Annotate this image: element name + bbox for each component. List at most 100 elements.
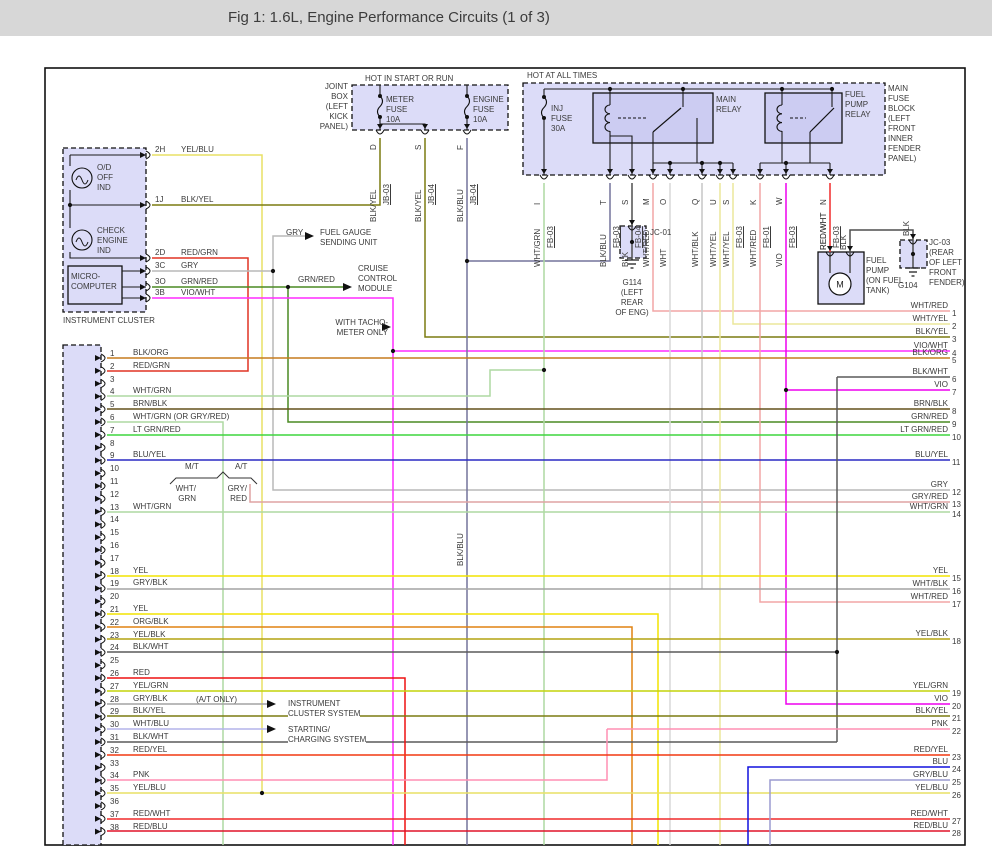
junction-dot — [465, 259, 469, 263]
junction-dot — [391, 349, 395, 353]
left-pin-number: 8 — [110, 439, 114, 448]
mt-label: M/T — [185, 462, 199, 472]
left-pin-number: 21 — [110, 605, 119, 614]
junction-dot — [835, 650, 839, 654]
drop-connector-code: FB-01 — [762, 226, 771, 248]
instrument-cluster-label: INSTRUMENT CLUSTER — [63, 316, 155, 326]
cluster-pin-wire-label: BLK/YEL — [181, 195, 213, 204]
junction-dot — [260, 791, 264, 795]
junction-dot — [286, 285, 290, 289]
left-pin-number: 37 — [110, 810, 119, 819]
right-row-number: 27 — [952, 817, 961, 826]
wiring-diagram-page: Fig 1: 1.6L, Engine Performance Circuits… — [0, 0, 992, 847]
drop-wire-color-label: WHT/YEL — [722, 231, 731, 267]
engine-fuse-label: ENGINE FUSE 10A — [473, 95, 504, 125]
right-row-wire-label: LT GRN/RED — [840, 425, 948, 434]
left-pin-number: 4 — [110, 387, 114, 396]
cluster-pin-id: 2H — [155, 145, 165, 154]
right-row-wire-label: RED/YEL — [840, 745, 948, 754]
left-pin-wire-label: WHT/GRN — [133, 386, 171, 395]
motor-label: M — [836, 280, 844, 290]
right-row-number: 10 — [952, 433, 961, 442]
right-row-wire-label: GRY — [840, 480, 948, 489]
mt-at-bracket — [170, 472, 257, 484]
left-pin-wire-label: GRY/BLK — [133, 578, 168, 587]
right-row-number: 25 — [952, 778, 961, 787]
inj-fuse-label: INJ FUSE 30A — [551, 104, 572, 134]
right-row-wire-label: GRY/RED — [840, 492, 948, 501]
left-pin-number: 1 — [110, 349, 114, 358]
right-row-number: 2 — [952, 322, 956, 331]
right-row-number: 18 — [952, 637, 961, 646]
left-pin-number: 24 — [110, 643, 119, 652]
left-pin-wire-label: RED/GRN — [133, 361, 170, 370]
junction-dot — [718, 161, 722, 165]
right-row-wire-label: GRY/BLU — [840, 770, 948, 779]
drop-wire-color-label: WHT/GRN — [533, 229, 542, 267]
junction-dot — [700, 161, 704, 165]
left-pin-wire-label: YEL/GRN — [133, 681, 168, 690]
junction-dot — [911, 252, 915, 256]
g104-label: G104 — [898, 281, 918, 291]
right-row-number: 13 — [952, 500, 961, 509]
junction-dot — [830, 87, 834, 91]
right-row-wire-label: VIO — [840, 694, 948, 703]
left-pin-number: 17 — [110, 554, 119, 563]
right-row-number: 16 — [952, 587, 961, 596]
left-pin-number: 22 — [110, 618, 119, 627]
drop-connector-code: FB-03 — [546, 226, 555, 248]
left-pin-number: 35 — [110, 784, 119, 793]
right-row-wire-label: BLK/YEL — [840, 327, 948, 336]
junction-dot — [681, 87, 685, 91]
cluster-pin-id: 1J — [155, 195, 163, 204]
drop-wire-color-label: BLK/YEL — [369, 190, 378, 222]
right-row-number: 14 — [952, 510, 961, 519]
junction-dot — [784, 161, 788, 165]
right-row-number: 17 — [952, 600, 961, 609]
connector-arrow-icon — [629, 220, 635, 225]
meter-fuse-label: METER FUSE 10A — [386, 95, 414, 125]
right-row-wire-label: RED/WHT — [840, 809, 948, 818]
left-pin-number: 27 — [110, 682, 119, 691]
left-pin-number: 19 — [110, 579, 119, 588]
drop-connector-code: FB-03 — [612, 226, 621, 248]
right-row-number: 1 — [952, 309, 956, 318]
cluster-pin-wire-label: VIO/WHT — [181, 288, 215, 297]
left-pin-number: 30 — [110, 720, 119, 729]
right-row-number: 22 — [952, 727, 961, 736]
right-row-wire-label: YEL — [840, 566, 948, 575]
tachometer-note: WITH TACHO- METER ONLY — [310, 318, 388, 338]
left-pin-wire-label: WHT/GRN — [133, 502, 171, 511]
pointer-arrow-icon — [267, 700, 276, 708]
wire-ORG/BLK — [107, 627, 632, 845]
left-pin-number: 31 — [110, 733, 119, 742]
right-row-number: 19 — [952, 689, 961, 698]
right-row-wire-label: GRN/RED — [840, 412, 948, 421]
jc01-label: JC-01 — [650, 228, 671, 238]
drop-terminal-letter: S — [414, 145, 423, 150]
drop-terminal-letter: S — [722, 200, 731, 205]
left-pin-wire-label: BRN/BLK — [133, 399, 167, 408]
drop-connector-code: JB-04 — [427, 184, 436, 205]
junction-dot — [271, 269, 275, 273]
wire-WHT/GRN — [107, 370, 544, 396]
drop-terminal-letter: I — [533, 203, 542, 205]
right-row-number: 8 — [952, 407, 956, 416]
drop-terminal-letter: W — [775, 197, 784, 205]
drop-wire-color-label: BLK/BLU — [456, 189, 465, 222]
micro-computer-label: MICRO- COMPUTER — [71, 272, 117, 292]
right-row-wire-label: BLK/WHT — [840, 367, 948, 376]
junction-dot — [542, 368, 546, 372]
check-engine-ind-label: CHECK ENGINE IND — [97, 226, 128, 256]
left-pin-wire-label: BLK/WHT — [133, 732, 169, 741]
left-pin-number: 33 — [110, 759, 119, 768]
left-pin-number: 36 — [110, 797, 119, 806]
left-pin-wire-label: BLU/YEL — [133, 450, 166, 459]
right-row-wire-label: YEL/GRN — [840, 681, 948, 690]
right-row-wire-label: WHT/GRN — [840, 502, 948, 511]
left-pin-wire-label: YEL/BLK — [133, 630, 165, 639]
left-pin-number: 26 — [110, 669, 119, 678]
hot-all-title: HOT AT ALL TIMES — [527, 71, 597, 81]
drop-wire-color-label: BLK/YEL — [414, 190, 423, 222]
left-pin-number: 34 — [110, 771, 119, 780]
